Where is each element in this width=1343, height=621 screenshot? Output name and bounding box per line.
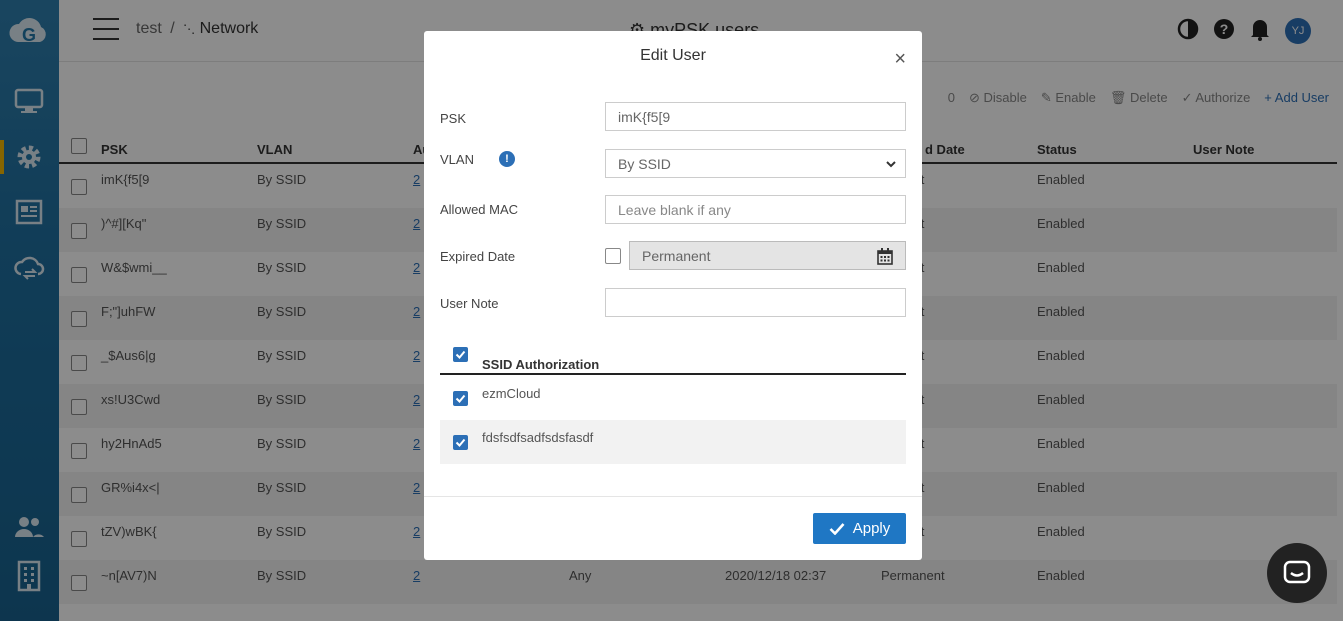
vlan-select[interactable]: By SSID <box>605 149 906 178</box>
ssid-header: SSID Authorization <box>440 341 906 375</box>
allowed-mac-input[interactable]: Leave blank if any <box>605 195 906 224</box>
chevron-down-icon <box>886 161 896 168</box>
ssid-select-all-checkbox[interactable] <box>453 347 468 362</box>
psk-label: PSK <box>440 111 467 126</box>
expired-date-checkbox[interactable] <box>605 248 621 264</box>
vlan-label-text: VLAN <box>440 152 474 167</box>
ssid-name: fdsfsdfsadfsdsfasdf <box>482 430 594 445</box>
mac-label: Allowed MAC <box>440 202 519 217</box>
close-icon[interactable]: × <box>894 49 906 69</box>
ssid-authorization-header: SSID Authorization <box>482 357 600 372</box>
vlan-select-value: By SSID <box>618 156 671 172</box>
chat-launcher-button[interactable] <box>1267 543 1327 603</box>
edit-user-dialog: Edit User × PSK imK{f5[9 VLAN ! By SSID … <box>424 31 922 560</box>
vlan-label: VLAN ! <box>440 151 515 167</box>
apply-button[interactable]: Apply <box>813 513 906 544</box>
dialog-footer: Apply <box>424 496 922 560</box>
ssid-row: ezmCloud <box>440 376 906 420</box>
user-note-input[interactable] <box>605 288 906 317</box>
psk-input[interactable]: imK{f5[9 <box>605 102 906 131</box>
check-icon <box>829 523 845 535</box>
ssid-row: fdsfsdfsadfsdsfasdf <box>440 420 906 464</box>
expired-date-input: Permanent <box>629 241 906 270</box>
user-note-label: User Note <box>440 296 499 311</box>
ssid-checkbox[interactable] <box>453 391 468 406</box>
dialog-title: Edit User <box>640 47 706 64</box>
calendar-icon[interactable] <box>877 248 893 265</box>
expired-date-label: Expired Date <box>440 249 516 264</box>
ssid-name: ezmCloud <box>482 386 541 401</box>
ssid-checkbox[interactable] <box>453 435 468 450</box>
apply-label: Apply <box>852 520 891 537</box>
info-icon[interactable]: ! <box>499 151 515 167</box>
expired-date-value: Permanent <box>642 248 711 264</box>
chat-icon <box>1283 560 1311 584</box>
